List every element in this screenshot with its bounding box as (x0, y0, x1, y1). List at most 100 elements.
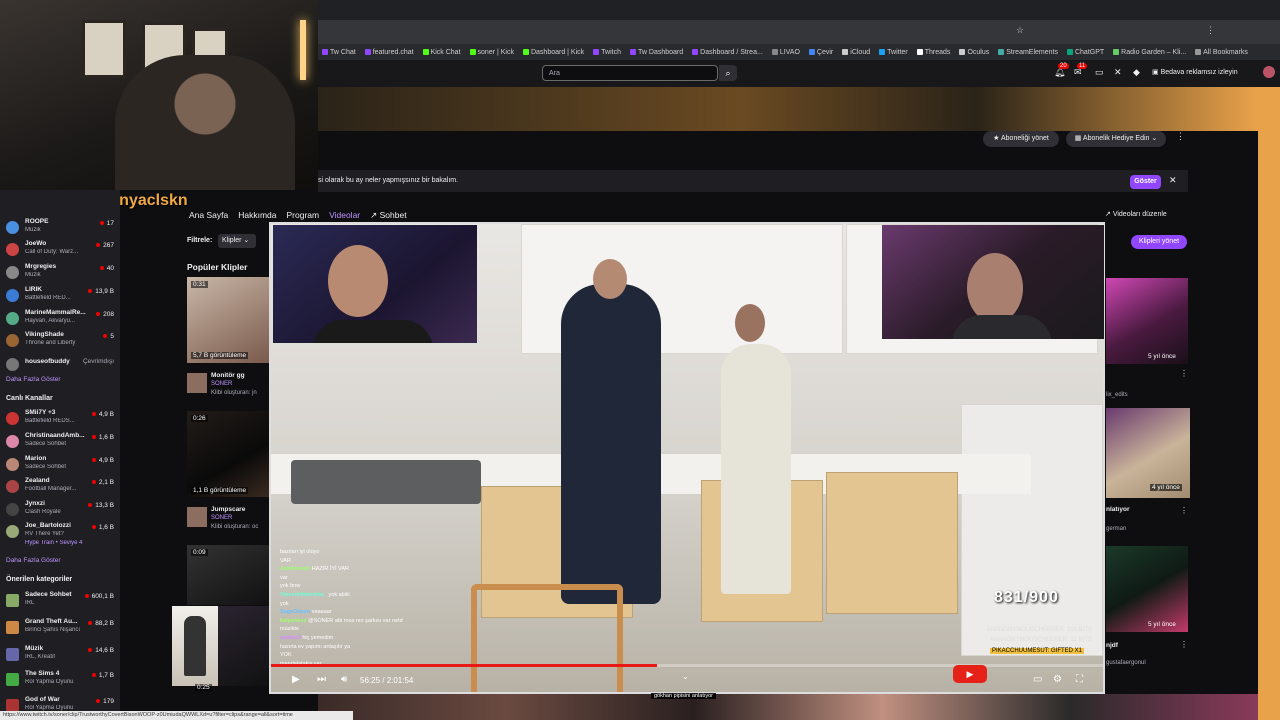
bookmark-item[interactable]: Tw Dashboard (630, 49, 683, 56)
category-tags: IRL, Kreatif (25, 654, 56, 660)
more-options-icon[interactable]: ⋮ (1176, 131, 1185, 142)
followed-channel[interactable]: JoeWo Call of Duty: Warz... 267 (6, 240, 116, 262)
bookmark-item[interactable]: StreamElements (998, 49, 1058, 56)
clip-thumbnail[interactable] (187, 277, 269, 363)
more-options-icon[interactable]: ⋮ (1180, 506, 1188, 515)
clip-title[interactable]: Jumpscare (211, 506, 245, 513)
chat-message: VAR (280, 557, 480, 566)
live-channel[interactable]: ChristinaandAmb... Sadece Sohbet 1,6 B (6, 432, 116, 454)
show-more-link[interactable]: Daha Fazla Göster (6, 557, 61, 564)
gear-icon[interactable]: ⚙ (1053, 674, 1062, 685)
wall-frame (82, 20, 126, 78)
close-icon[interactable]: ✕ (1169, 175, 1177, 186)
bookmark-item[interactable]: Twitter (879, 49, 908, 56)
followed-channel[interactable]: VikingShade Throne and Liberty 5 (6, 331, 116, 353)
bookmark-item[interactable]: Tw Chat (322, 49, 356, 56)
avatar[interactable] (187, 507, 207, 527)
play-icon[interactable]: ▶ (292, 674, 300, 685)
tab-chat[interactable]: ↗ Sohbet (370, 210, 406, 221)
fullscreen-icon[interactable]: ⛶ (1076, 674, 1083, 685)
browser-toolbar: ☆ ⋮ (318, 20, 1280, 44)
clip-title[interactable]: nlatıyor (1106, 506, 1129, 513)
bookmark-item[interactable]: Dashboard / Strea... (692, 49, 763, 56)
bookmark-item[interactable]: Threads (916, 49, 950, 56)
show-button[interactable]: Göster (1130, 175, 1161, 189)
bookmark-item[interactable]: All Bookmarks (1195, 49, 1248, 56)
filter-label: Filtrele: (187, 237, 213, 244)
live-channel[interactable]: SMii7Y +3 Battlefield REDS... 4,9 B (6, 409, 116, 431)
manage-subscription-button[interactable]: ★ Aboneliği yönet (983, 131, 1059, 147)
bits-feed: ANANONYMOUSCHEERER: 100 BITS ANANONYMOUS… (970, 625, 1092, 645)
menu-icon[interactable]: ⋮ (1206, 25, 1215, 36)
skip-next-icon[interactable]: ⏭︎ (317, 674, 326, 685)
gift-subscription-button[interactable]: ▦ Abonelik Hediye Edin ⌄ (1066, 131, 1166, 147)
manage-videos-button[interactable]: ↗ Videoları düzenle (1105, 209, 1185, 221)
bookmark-item[interactable]: Oculus (959, 49, 989, 56)
clip-channel[interactable]: SONER (211, 515, 232, 521)
gifted-sub-alert: PIKACCHUUMESUT: GIFTED X1 (990, 648, 1085, 654)
whispers-icon[interactable]: ▭ (1095, 67, 1104, 78)
tab-videos[interactable]: Videolar (329, 210, 360, 221)
bookmark-item[interactable]: soner | Kick (469, 49, 514, 56)
category-item[interactable]: The Sims 4 Rol Yapma Oyunu 1,7 B (6, 670, 116, 692)
clip-title[interactable]: Monitör gg (211, 372, 245, 379)
followed-channel[interactable]: MarineMammalRe... Hayvan, Akvaryu... 208 (6, 309, 116, 331)
search-icon[interactable]: ⌕ (719, 65, 737, 81)
manage-clips-button[interactable]: Klipleri yönet (1131, 235, 1187, 249)
followed-channel[interactable]: Mrgregies Müzik 40 (6, 263, 116, 285)
filter-dropdown[interactable]: Klipler ⌄ (218, 234, 256, 248)
chat-username: xmitos3 (280, 634, 303, 641)
tab-about[interactable]: Hakkımda (238, 210, 276, 221)
clip-creator: Klibi oluşturan: jn (211, 390, 257, 396)
live-channel[interactable]: Marion Sadece Sohbet 4,9 B (6, 455, 116, 477)
bookmark-item[interactable]: LIVAO (771, 49, 800, 56)
live-channel[interactable]: Joe_Bartolozzi RV There Yet? 1,6 B Hype Tra… (6, 522, 116, 552)
bookmark-item[interactable]: ChatGPT (1066, 49, 1104, 56)
tab-schedule[interactable]: Program (287, 210, 320, 221)
avatar[interactable] (187, 373, 207, 393)
bits-line: ANANONYMOUSCHEERER: 100 BITS (986, 627, 1092, 633)
category-thumb (6, 648, 19, 661)
clip-thumbnail[interactable] (218, 606, 270, 686)
followed-channel[interactable]: ROOPE Müzik 17 (6, 218, 116, 240)
bits-icon[interactable]: ◆ (1133, 67, 1140, 78)
search-input[interactable]: Ara (542, 65, 718, 81)
bookmark-item[interactable]: Kick Chat (422, 49, 461, 56)
clip-thumbnail[interactable] (1106, 546, 1188, 632)
avatar (6, 412, 19, 425)
ad-free-button[interactable]: ▣ Bedava reklamsız izleyin (1152, 65, 1254, 81)
chevron-down-icon[interactable]: ⌄ (682, 672, 689, 681)
clip-thumbnail[interactable] (1106, 278, 1188, 364)
live-channel[interactable]: Zealand Football Manager... 2,1 B (6, 477, 116, 499)
chat-message: xmitos3 hiç yemedim (280, 634, 480, 643)
notification-count: 20 (1058, 63, 1069, 69)
prime-icon[interactable]: ✕ (1114, 67, 1122, 78)
volume-icon[interactable]: 🔊︎ (341, 674, 347, 685)
more-options-icon[interactable]: ⋮ (1180, 369, 1188, 378)
clip-thumbnail[interactable] (172, 606, 218, 686)
followed-channel[interactable]: houseofbuddy Çevrimdışı (6, 355, 116, 377)
tab-home[interactable]: Ana Sayfa (189, 210, 228, 221)
clip-thumbnail[interactable] (187, 411, 269, 497)
youtube-play-icon[interactable]: ▶ (953, 665, 987, 683)
clip-title[interactable]: njdf (1106, 642, 1118, 649)
category-item[interactable]: Grand Theft Au... Birinci Şahıs Nişancı 88… (6, 618, 116, 640)
clip-channel[interactable]: SONER (211, 381, 232, 387)
category-thumb (6, 594, 19, 607)
star-icon[interactable]: ☆ (1016, 25, 1024, 36)
channel-tabs: Ana Sayfa Hakkımda Program Videolar ↗ So… (189, 210, 407, 221)
bookmark-item[interactable]: iCloud (842, 49, 870, 56)
bookmark-item[interactable]: Dashboard | Kick (522, 49, 584, 56)
category-item[interactable]: Müzik IRL, Kreatif 14,6 B (6, 645, 116, 667)
more-options-icon[interactable]: ⋮ (1180, 640, 1188, 649)
bookmark-item[interactable]: featured.chat (364, 49, 414, 56)
show-more-link[interactable]: Daha Fazla Göster (6, 376, 61, 383)
bookmark-item[interactable]: Twitch (593, 49, 621, 56)
bookmark-item[interactable]: Çevir (808, 49, 833, 56)
followed-channel[interactable]: LIRIK Battlefield RED... 13,9 B (6, 286, 116, 308)
captions-icon[interactable]: ▭ (1033, 674, 1042, 685)
avatar[interactable] (1263, 66, 1275, 78)
bookmark-item[interactable]: Radio Garden – Kli... (1113, 49, 1186, 56)
live-channel[interactable]: Jynxzi Clash Royale 13,3 B (6, 500, 116, 522)
category-item[interactable]: Sadece Sohbet IRL 600,1 B (6, 591, 116, 613)
